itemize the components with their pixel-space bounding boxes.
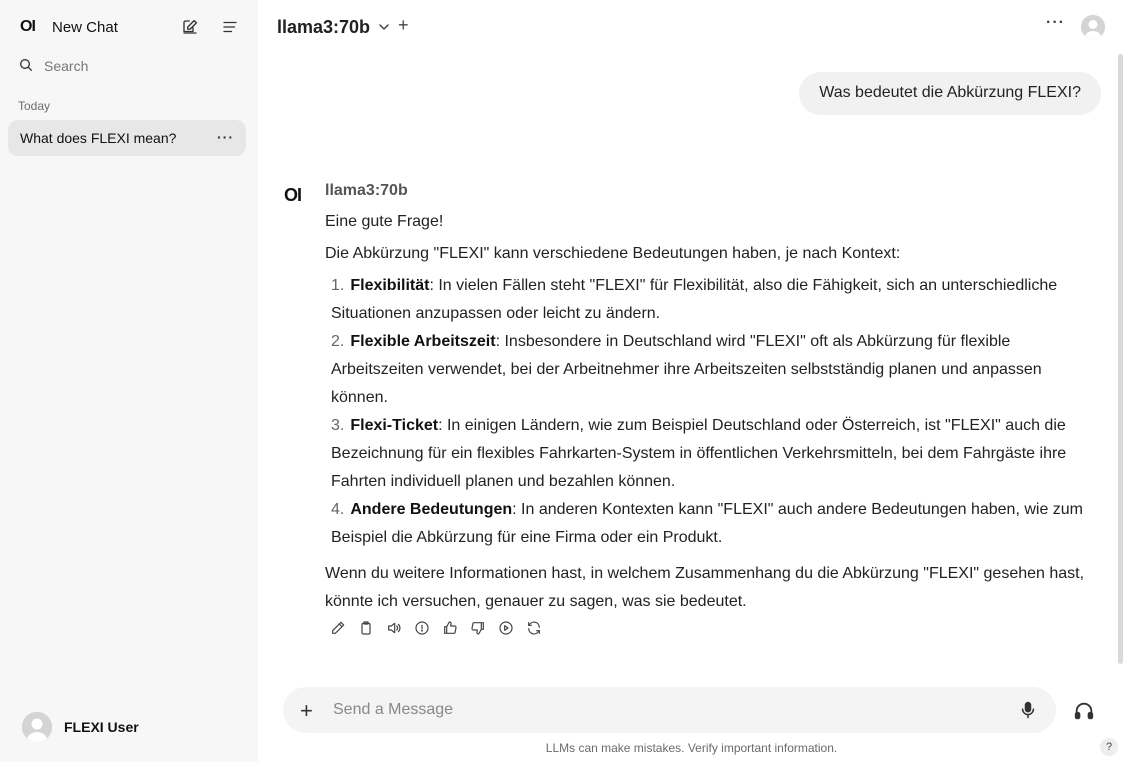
- section-label-today: Today: [18, 99, 51, 113]
- search-input[interactable]: [44, 56, 234, 76]
- assistant-closing: Wenn du weitere Informationen hast, in w…: [325, 565, 1085, 610]
- chat-history-item-label: What does FLEXI mean?: [20, 130, 177, 146]
- edit-icon[interactable]: [330, 620, 348, 638]
- search-icon: [20, 59, 32, 71]
- answer-list: 1. Flexibilität: In vielen Fällen steht "…: [325, 272, 1100, 552]
- list-item: 1. Flexibilität: In vielen Fällen steht "…: [331, 277, 1058, 322]
- model-selector[interactable]: llama3:70b: [277, 17, 370, 38]
- user-menu[interactable]: FLEXI User: [22, 712, 242, 742]
- headphones-icon[interactable]: [1073, 700, 1095, 722]
- search-bar: [16, 54, 242, 78]
- header-avatar[interactable]: [1081, 15, 1105, 39]
- assistant-intro: Eine gute Frage!: [325, 213, 444, 230]
- sidebar-toggle-button[interactable]: [219, 16, 241, 38]
- attach-button[interactable]: +: [300, 698, 313, 724]
- menu-lines-icon: [223, 21, 237, 33]
- speaker-icon[interactable]: [386, 620, 404, 638]
- conversation-area: Was bedeutet die Abkürzung FLEXI? OI lla…: [258, 54, 1125, 674]
- microphone-icon[interactable]: [1018, 700, 1038, 720]
- chevron-down-icon[interactable]: [376, 19, 392, 35]
- list-item: 4. Andere Bedeutungen: In anderen Kontext…: [331, 501, 1084, 546]
- message-input[interactable]: [333, 699, 993, 721]
- main-panel: llama3:70b + ··· Was bedeutet die Abkürz…: [258, 0, 1125, 762]
- disclaimer-text: LLMs can make mistakes. Verify important…: [545, 741, 838, 755]
- play-icon[interactable]: [498, 620, 516, 638]
- info-icon[interactable]: [414, 620, 432, 638]
- app-logo: OI: [20, 18, 36, 35]
- assistant-message: llama3:70b Eine gute Frage! Die Abkürzun…: [325, 182, 1100, 616]
- avatar: [22, 712, 52, 742]
- new-chat-button[interactable]: [179, 16, 201, 38]
- user-message-bubble: Was bedeutet die Abkürzung FLEXI?: [799, 72, 1101, 115]
- header-more-icon[interactable]: ···: [1046, 14, 1065, 32]
- copy-icon[interactable]: [358, 620, 376, 638]
- assistant-lead: Die Abkürzung "FLEXI" kann verschiedene …: [325, 245, 901, 262]
- list-item: 2. Flexible Arbeitszeit: Insbesondere in …: [331, 333, 1042, 406]
- assistant-logo: OI: [284, 185, 302, 205]
- thumbs-down-icon[interactable]: [470, 620, 488, 638]
- new-chat-label[interactable]: New Chat: [52, 19, 118, 36]
- sidebar: OI New Chat Today What does FLEXI mean? …: [0, 0, 258, 762]
- add-model-button[interactable]: +: [398, 15, 409, 36]
- list-item: 3. Flexi-Ticket: In einigen Ländern, wie …: [331, 417, 1067, 490]
- message-composer: +: [283, 687, 1056, 733]
- help-button[interactable]: ?: [1100, 738, 1118, 756]
- thumbs-up-icon[interactable]: [442, 620, 460, 638]
- user-silhouette-icon: [1081, 15, 1105, 39]
- assistant-name: llama3:70b: [325, 182, 408, 199]
- chat-item-more-icon[interactable]: ···: [217, 129, 234, 145]
- user-silhouette-icon: [22, 712, 52, 742]
- sidebar-header: OI New Chat: [0, 0, 258, 54]
- chat-history-item[interactable]: What does FLEXI mean? ···: [8, 120, 246, 156]
- regenerate-icon[interactable]: [526, 620, 544, 638]
- scrollbar[interactable]: [1118, 54, 1123, 664]
- compose-icon: [183, 19, 198, 34]
- user-name: FLEXI User: [64, 719, 139, 735]
